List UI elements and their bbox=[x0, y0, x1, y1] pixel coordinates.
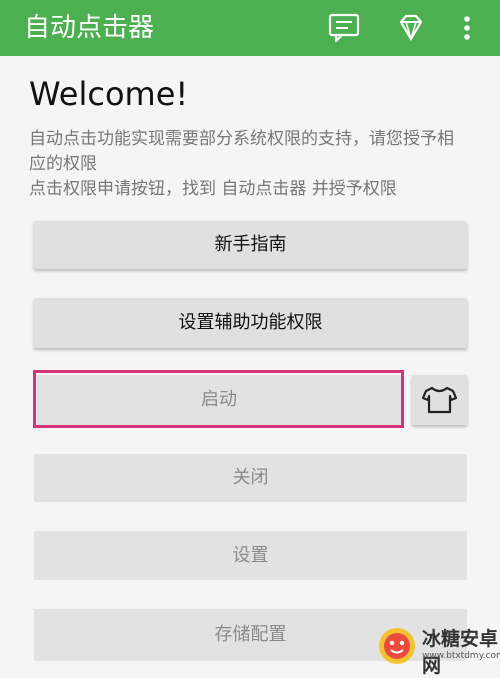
settings-button[interactable]: 设置 bbox=[34, 531, 467, 580]
accessibility-permission-button[interactable]: 设置辅助功能权限 bbox=[34, 298, 467, 348]
watermark-url: www.btxtdmy.com bbox=[422, 651, 500, 661]
guide-button[interactable]: 新手指南 bbox=[34, 221, 467, 269]
chat-icon[interactable] bbox=[326, 10, 362, 46]
candy-logo-icon bbox=[379, 628, 415, 664]
permission-description: 自动点击功能实现需要部分系统权限的支持，请您授予相应的权限 bbox=[29, 129, 454, 174]
welcome-heading: Welcome! bbox=[29, 75, 189, 113]
start-button-highlight bbox=[33, 370, 404, 428]
diamond-icon[interactable] bbox=[393, 10, 429, 46]
app-title: 自动点击器 bbox=[24, 13, 155, 43]
permission-instruction: 点击权限申请按钮，找到 自动点击器 并授予权限 bbox=[29, 179, 397, 199]
app-bar: 自动点击器 bbox=[0, 0, 500, 56]
tshirt-icon bbox=[421, 386, 458, 414]
more-vert-icon[interactable] bbox=[452, 10, 482, 46]
close-button[interactable]: 关闭 bbox=[34, 454, 467, 502]
watermark: 冰糖安卓网 www.btxtdmy.com bbox=[372, 620, 500, 677]
skin-button[interactable] bbox=[412, 375, 467, 425]
